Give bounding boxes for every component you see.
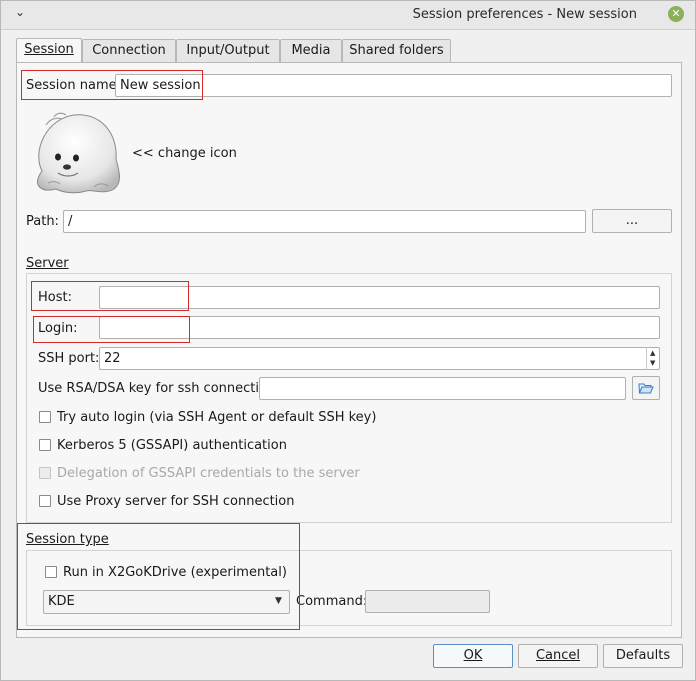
change-icon-label[interactable]: << change icon — [132, 146, 237, 161]
login-label: Login: — [38, 321, 78, 336]
x2gokdrive-label: Run in X2GoKDrive (experimental) — [63, 565, 287, 580]
tab-session[interactable]: Session — [16, 38, 82, 64]
cancel-button-label: Cancel — [535, 648, 581, 663]
title-bar: ⌄ Session preferences - New session ✕ — [1, 1, 695, 30]
tab-shared-folders-label: Shared folders — [349, 43, 444, 58]
cancel-button[interactable]: Cancel — [518, 644, 598, 668]
kerberos-checkbox[interactable] — [39, 439, 51, 451]
delegation-checkbox — [39, 467, 51, 479]
server-group-label: Server — [26, 256, 69, 271]
folder-open-icon — [638, 383, 654, 394]
command-label: Command: — [296, 594, 368, 609]
tab-connection[interactable]: Connection — [82, 39, 176, 63]
ok-button[interactable]: OK — [433, 644, 513, 668]
server-group-label-text: Server — [26, 256, 69, 271]
session-type-value: KDE — [48, 594, 75, 609]
close-icon[interactable]: ✕ — [668, 6, 684, 22]
path-label: Path: — [26, 214, 59, 229]
stepper-up-icon[interactable]: ▲ — [650, 349, 655, 357]
ssh-port-stepper[interactable]: ▲ ▼ — [646, 347, 660, 370]
chevron-down-icon: ▼ — [275, 596, 282, 606]
window-title: Session preferences - New session — [412, 7, 637, 22]
session-icon-button[interactable] — [28, 111, 124, 195]
ssh-port-value: 22 — [104, 351, 121, 366]
auto-login-checkbox[interactable] — [39, 411, 51, 423]
session-type-select[interactable]: KDE ▼ — [43, 590, 290, 614]
ssh-port-input[interactable]: 22 — [99, 347, 660, 370]
x2gokdrive-checkbox[interactable] — [45, 566, 57, 578]
rsa-key-input[interactable] — [259, 377, 626, 400]
proxy-checkbox[interactable] — [39, 495, 51, 507]
session-name-label: Session name: — [26, 78, 121, 93]
host-label: Host: — [38, 290, 72, 305]
seal-icon — [37, 112, 120, 194]
delegation-label: Delegation of GSSAPI credentials to the … — [57, 466, 360, 481]
tab-media[interactable]: Media — [280, 39, 342, 63]
tab-input-output[interactable]: Input/Output — [176, 39, 280, 63]
tab-input-output-label: Input/Output — [186, 43, 270, 58]
ok-button-label: OK — [463, 648, 483, 663]
session-type-group — [26, 550, 672, 626]
rsa-key-browse-button[interactable] — [632, 376, 660, 400]
session-type-group-label-text: Session type — [26, 532, 109, 547]
tab-session-label: Session — [24, 42, 74, 57]
defaults-button[interactable]: Defaults — [603, 644, 683, 668]
path-browse-button[interactable]: ... — [592, 209, 672, 233]
proxy-label: Use Proxy server for SSH connection — [57, 494, 295, 509]
path-input[interactable]: / — [63, 210, 586, 233]
rsa-key-label: Use RSA/DSA key for ssh connection: — [38, 381, 280, 396]
login-input[interactable] — [99, 316, 660, 339]
tab-shared-folders[interactable]: Shared folders — [342, 39, 451, 63]
host-input[interactable] — [99, 286, 660, 309]
session-name-input[interactable]: New session — [115, 74, 672, 97]
tab-connection-label: Connection — [92, 43, 166, 58]
stepper-down-icon[interactable]: ▼ — [650, 359, 655, 367]
kerberos-label: Kerberos 5 (GSSAPI) authentication — [57, 438, 287, 453]
session-preferences-window: ⌄ Session preferences - New session ✕ Se… — [0, 0, 696, 681]
command-input — [365, 590, 490, 613]
session-type-group-label: Session type — [26, 532, 109, 547]
auto-login-label: Try auto login (via SSH Agent or default… — [57, 410, 377, 425]
tab-media-label: Media — [291, 43, 331, 58]
ssh-port-label: SSH port: — [38, 351, 100, 366]
